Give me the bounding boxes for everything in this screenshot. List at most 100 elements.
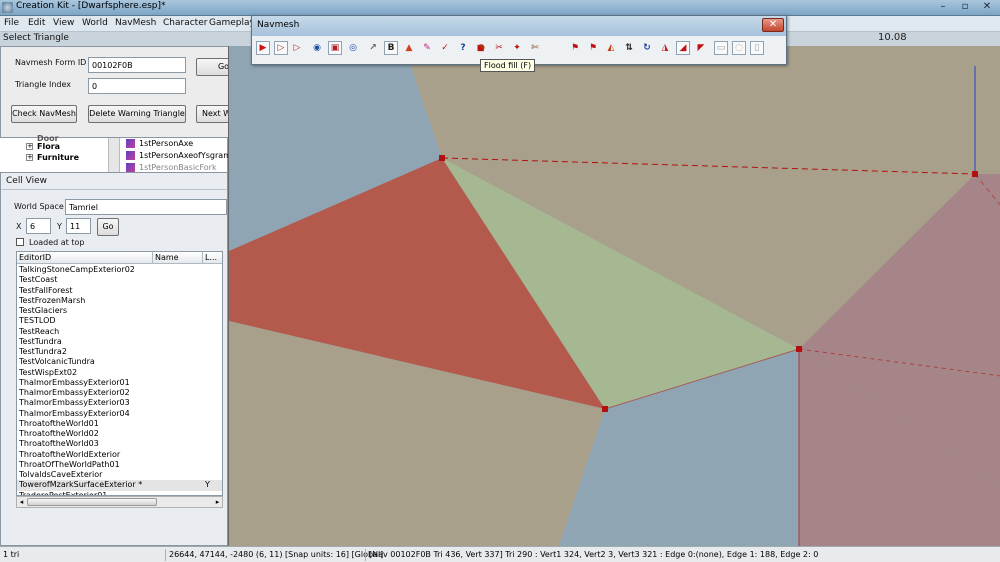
status-bar: 1 tri 26644, 47144, -2480 (6, 11) [Snap …	[0, 546, 1000, 562]
object-item[interactable]: 1stPersonAxe	[139, 139, 193, 148]
cell-editorid: TestFrozenMarsh	[19, 295, 86, 305]
cover-edit-icon[interactable]: ◤	[694, 41, 708, 55]
table-row[interactable]: TestTundra2	[17, 347, 222, 357]
table-row[interactable]: ThroatoftheWorld03	[17, 439, 222, 449]
play-outline-icon[interactable]: ▷	[290, 41, 304, 55]
object-item[interactable]: 1stPersonAxeofYsgramo	[139, 151, 236, 160]
column-name[interactable]: Name	[153, 252, 203, 264]
table-row[interactable]: TowerofMzarkSurfaceExterior * Y	[17, 480, 222, 491]
column-loaded[interactable]: L...	[203, 252, 222, 264]
scissors-icon[interactable]: ✄	[528, 41, 542, 55]
scroll-thumb[interactable]	[27, 498, 157, 506]
table-row[interactable]: TestFrozenMarsh	[17, 295, 222, 306]
flag-red-icon[interactable]: ⚑	[586, 41, 600, 55]
divider	[1, 189, 227, 190]
cell-editorid: ThalmorEmbassyExterior03	[19, 398, 130, 408]
close-icon[interactable]: ✕	[976, 0, 998, 14]
menu-character[interactable]: Character	[163, 18, 207, 28]
mountain-icon[interactable]: ◭	[604, 41, 618, 55]
table-row[interactable]: TestGlaciers	[17, 306, 222, 316]
table-row[interactable]: ThalmorEmbassyExterior03	[17, 398, 222, 408]
rotate-icon[interactable]: ↻	[640, 41, 654, 55]
navmesh-vertex[interactable]	[439, 155, 445, 161]
camera-icon[interactable]: ▣	[328, 41, 342, 55]
world-space-select[interactable]: Tamriel	[65, 199, 227, 215]
object-item[interactable]: 1stPersonBasicFork	[139, 163, 217, 172]
expand-icon[interactable]: +	[26, 154, 33, 161]
paint-icon[interactable]: ✎	[420, 41, 434, 55]
navmesh-vertex[interactable]	[796, 346, 802, 352]
triangle-index-input[interactable]: 0	[88, 78, 186, 94]
menu-view[interactable]: View	[53, 18, 74, 28]
render-viewport[interactable]	[228, 46, 1000, 546]
delete-warning-triangle-button[interactable]: Delete Warning Triangle	[88, 105, 186, 123]
table-row[interactable]: TestVolcanicTundra	[17, 357, 222, 367]
check-navmesh-button[interactable]: Check NavMesh	[11, 105, 77, 123]
minimize-icon[interactable]: –	[932, 0, 954, 14]
navmesh-vertex[interactable]	[972, 171, 978, 177]
horizontal-scrollbar[interactable]: ◂ ▸	[16, 496, 223, 508]
play-bar-icon[interactable]: ▷	[274, 41, 288, 55]
scroll-right-icon[interactable]: ▸	[213, 497, 222, 507]
flag-icon[interactable]: ⚑	[568, 41, 582, 55]
edge-icon[interactable]: ◮	[658, 41, 672, 55]
check-icon[interactable]: ✓	[438, 41, 452, 55]
table-row[interactable]: TolvaldsCaveExterior	[17, 470, 222, 480]
table-row[interactable]: TestWispExt02	[17, 368, 222, 378]
loaded-at-top-checkbox[interactable]	[16, 238, 24, 246]
menu-world[interactable]: World	[82, 18, 108, 28]
menu-navmesh[interactable]: NavMesh	[115, 18, 156, 28]
scroll-left-icon[interactable]: ◂	[17, 497, 26, 507]
table-row[interactable]: TestTundra	[17, 337, 222, 347]
table-row[interactable]: TalkingStoneCampExterior02	[17, 265, 222, 275]
maximize-icon[interactable]: ▫	[954, 0, 976, 14]
disabled-c-icon[interactable]: ▯	[750, 41, 764, 55]
column-editorid[interactable]: EditorID	[17, 252, 153, 264]
navmesh-toolbar-titlebar[interactable]: Navmesh ✕	[252, 16, 786, 36]
table-row[interactable]: ThalmorEmbassyExterior01	[17, 378, 222, 388]
go-button[interactable]: Go	[97, 218, 119, 236]
table-row[interactable]: ThroatOfTheWorldPath01	[17, 460, 222, 470]
menu-gameplay[interactable]: Gameplay	[209, 18, 255, 28]
table-row[interactable]: TestReach	[17, 326, 222, 337]
disabled-a-icon[interactable]: ▭	[714, 41, 728, 55]
status-selection: 1 tri	[3, 550, 20, 559]
cover-icon[interactable]: ◢	[676, 41, 690, 55]
select-flag-icon[interactable]: ▶	[256, 41, 270, 55]
view-icon[interactable]: ◎	[346, 41, 360, 55]
cell-editorid: ThroatoftheWorld01	[19, 418, 99, 428]
cell-editorid: TestReach	[19, 326, 60, 336]
tree-item-furniture[interactable]: Furniture	[37, 153, 79, 162]
help-icon[interactable]: ?	[456, 41, 470, 55]
object-icon	[126, 139, 135, 148]
table-row[interactable]: ThroatoftheWorld02	[17, 429, 222, 439]
table-row[interactable]: TESTLOD	[17, 316, 222, 326]
sort-icon[interactable]: ⇅	[622, 41, 636, 55]
disabled-b-icon[interactable]: ◌	[732, 41, 746, 55]
table-row[interactable]: ThalmorEmbassyExterior04	[17, 409, 222, 419]
navmesh-vertex[interactable]	[602, 406, 608, 412]
table-row[interactable]: TestCoast	[17, 275, 222, 285]
cut-icon[interactable]: ✂	[492, 41, 506, 55]
menu-file[interactable]: File	[4, 18, 19, 28]
tree-scrollbar[interactable]	[108, 138, 120, 172]
flood-fill-icon[interactable]: ◣	[474, 41, 488, 55]
table-row[interactable]: TestFallForest	[17, 286, 222, 296]
expand-icon[interactable]: +	[26, 143, 33, 150]
bold-b-icon[interactable]: B	[384, 41, 398, 55]
marker-icon[interactable]: ✦	[510, 41, 524, 55]
table-row[interactable]: ThroatoftheWorld01	[17, 418, 222, 429]
table-row[interactable]: ThalmorEmbassyExterior02	[17, 388, 222, 398]
close-icon[interactable]: ✕	[762, 18, 784, 32]
table-row[interactable]: ThroatoftheWorldExterior	[17, 450, 222, 460]
tree-item-flora[interactable]: Flora	[37, 142, 60, 151]
menu-edit[interactable]: Edit	[28, 18, 45, 28]
wand-icon[interactable]: ↗	[366, 41, 380, 55]
y-input[interactable]: 11	[66, 218, 91, 234]
terrain-icon[interactable]: ▲	[402, 41, 416, 55]
form-id-input[interactable]: 00102F0B	[88, 57, 186, 73]
cell-editorid: TestCoast	[19, 275, 58, 285]
window-title-bar[interactable]: Creation Kit - [Dwarfsphere.esp]* – ▫ ✕	[0, 0, 1000, 16]
eye-icon[interactable]: ◉	[310, 41, 324, 55]
x-input[interactable]: 6	[26, 218, 51, 234]
